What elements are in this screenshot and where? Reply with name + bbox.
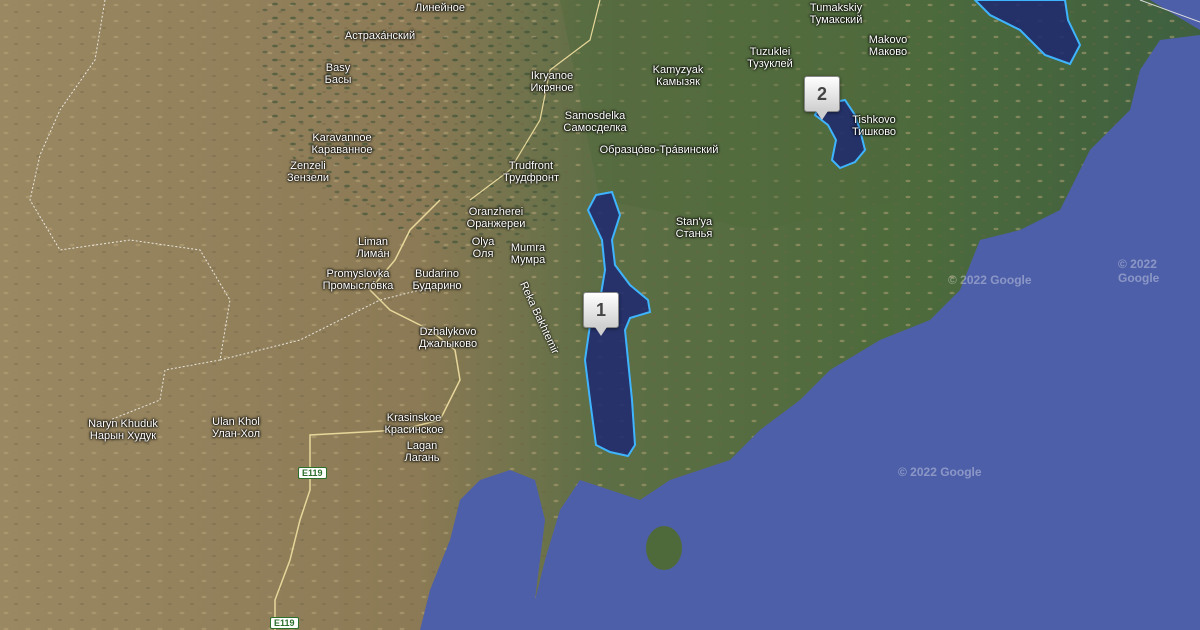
place-label-promyslovka: Promyslovka Промысло́вка — [323, 268, 394, 292]
place-label-lineynoe: Линейное — [415, 2, 465, 14]
place-label-karavannoe: Karavannoe Караванное — [312, 132, 373, 156]
place-label-line: Лагань — [404, 452, 440, 464]
place-label-line: Trudfront — [508, 160, 554, 172]
map-marker-2[interactable]: 2 — [804, 76, 840, 120]
satellite-map[interactable]: Линейное Астраха́нский Basy Басы Ikryanoe Икр… — [0, 0, 1200, 630]
place-label-line: Тумакский — [809, 14, 863, 26]
place-label-line: Зензели — [286, 172, 330, 184]
place-label-trudfront: Trudfront Трудфронт — [503, 160, 559, 184]
place-label-line: Станья — [675, 228, 713, 240]
place-label-kamyzyak: Kamyzyak Камызяк — [653, 64, 704, 88]
place-label-line: Naryn Khuduk — [88, 418, 158, 430]
place-label-ikryanoe: Ikryanoe Икряное — [531, 70, 574, 94]
place-label-line: Тишково — [851, 126, 897, 138]
place-label-ulankhol: Ulan Khol Улан-Хол — [212, 416, 260, 440]
place-label-obraztsovo: Образцо́во-Тра́винский — [600, 144, 719, 156]
place-label-line: Budarino — [414, 268, 460, 280]
place-label-line: Оранжереи — [466, 218, 526, 230]
place-label-line: Улан-Хол — [211, 428, 261, 440]
place-label-line: Промысло́вка — [322, 280, 394, 292]
place-label-line: Басы — [324, 74, 352, 86]
place-label-line: Нарын Худук — [89, 430, 157, 442]
place-label-line: Трудфронт — [502, 172, 560, 184]
place-label-line: Мумра — [510, 254, 546, 266]
place-label-budarino: Budarino Бударино — [412, 268, 461, 292]
place-label-line: Zenzeli — [290, 160, 326, 172]
place-label-makovo: Makovo Маково — [869, 34, 908, 58]
place-label-samosdelka: Samosdelka Самосделка — [563, 110, 626, 134]
place-label-line: Liman — [358, 236, 388, 248]
place-label-olya: Olya Оля — [472, 236, 495, 260]
place-label-line: Stan'ya — [675, 216, 713, 228]
place-label-line: Dzhalykovo — [419, 326, 477, 338]
place-label-line: Икряное — [530, 82, 574, 94]
map-marker-1[interactable]: 1 — [583, 292, 619, 336]
place-label-line: Образцо́во-Тра́винский — [599, 144, 719, 156]
place-label-naryn: Naryn Khuduk Нарын Худук — [88, 418, 158, 442]
place-label-mumra: Mumra Мумра — [511, 242, 545, 266]
place-label-dzhalykovo: Dzhalykovo Джалыково — [419, 326, 477, 350]
place-label-line: Promyslovka — [326, 268, 390, 280]
place-label-line: Караванное — [311, 144, 373, 156]
place-label-line: Астраха́нский — [344, 30, 416, 42]
place-label-line: Лима́н — [356, 248, 390, 260]
place-label-line: Lagan — [406, 440, 438, 452]
place-label-line: Ikryanoe — [530, 70, 574, 82]
place-label-line: Tishkovo — [852, 114, 896, 126]
place-label-line: Karavannoe — [312, 132, 372, 144]
place-label-liman: Liman Лима́н — [356, 236, 389, 260]
place-label-line: Olya — [471, 236, 495, 248]
place-label-tuzuklei: Tuzuklei Тузуклей — [747, 46, 793, 70]
place-label-line: Oranzherei — [468, 206, 524, 218]
copyright-watermark: © 2022 Google — [898, 465, 982, 479]
place-label-line: Джалыково — [418, 338, 478, 350]
place-label-stanya: Stan'ya Станья — [676, 216, 713, 240]
place-label-tishkovo: Tishkovo Тишково — [852, 114, 896, 138]
place-label-line: Оля — [472, 248, 494, 260]
route-shield-e119: E119 — [270, 617, 299, 629]
copyright-watermark: © 2022 Google — [1118, 257, 1160, 285]
place-label-basy: Basy Басы — [325, 62, 352, 86]
place-label-line: Mumra — [510, 242, 546, 254]
route-shield-e119: E119 — [298, 467, 327, 479]
place-label-line: Камызяк — [656, 76, 700, 88]
place-label-astrakhansky: Астраха́нский — [345, 30, 415, 42]
place-label-oranzherei: Oranzherei Оранжереи — [467, 206, 526, 230]
place-label-lagan: Lagan Лагань — [404, 440, 439, 464]
place-label-line: Kamyzyak — [652, 64, 704, 76]
place-label-line: Tumakskiy — [809, 2, 863, 14]
place-label-line: Tuzuklei — [749, 46, 791, 58]
place-label-line: Маково — [868, 46, 908, 58]
place-label-line: Basy — [325, 62, 351, 74]
place-label-line: Ulan Khol — [212, 416, 260, 428]
place-label-line: Krasinskoe — [386, 412, 442, 424]
place-label-krasinskoe: Krasinskoe Красинское — [384, 412, 443, 436]
place-label-line: Samosdelka — [564, 110, 626, 122]
place-label-line: Самосделка — [563, 122, 627, 134]
place-label-line: Красинское — [384, 424, 444, 436]
place-label-zenzeli: Zenzeli Зензели — [287, 160, 329, 184]
place-label-line: Линейное — [414, 2, 466, 14]
place-label-tumaksky: Tumakskiy Тумакский — [810, 2, 863, 26]
place-label-line: Бударино — [412, 280, 462, 292]
copyright-watermark: © 2022 Google — [948, 273, 1032, 287]
place-label-line: Makovo — [868, 34, 908, 46]
place-label-line: Тузуклей — [747, 58, 793, 70]
